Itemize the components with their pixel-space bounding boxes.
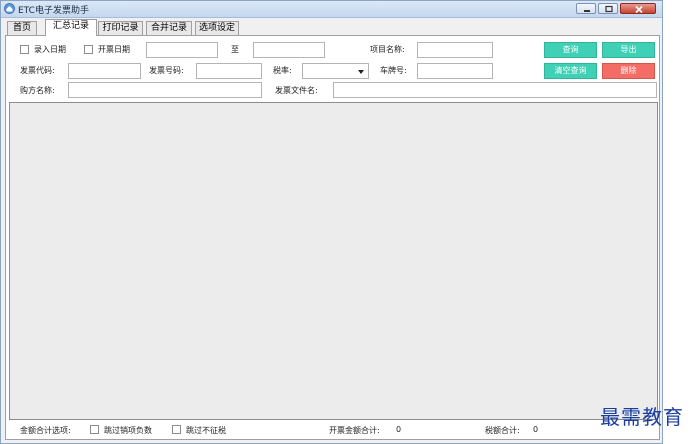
clear-query-button[interactable]: 清空查询 [544, 63, 597, 79]
date-to-input[interactable] [253, 42, 325, 58]
records-grid[interactable] [9, 102, 658, 420]
invoice-number-input[interactable] [196, 63, 262, 79]
close-button[interactable] [620, 3, 656, 14]
entry-date-checkbox[interactable] [20, 45, 29, 54]
invoice-total-value: 0 [396, 425, 402, 434]
buyer-name-label: 购方名称: [20, 86, 55, 95]
entry-date-label: 录入日期 [34, 45, 66, 54]
tab-merge-records[interactable]: 合并记录 [146, 21, 192, 35]
invoice-code-label: 发票代码: [20, 66, 55, 75]
tax-total-value: 0 [533, 425, 539, 434]
query-button[interactable]: 查询 [544, 42, 597, 58]
tax-rate-label: 税率: [273, 66, 292, 75]
tab-options[interactable]: 选项设定 [195, 21, 239, 35]
invoice-date-label: 开票日期 [98, 45, 130, 54]
tab-home[interactable]: 首页 [7, 21, 37, 35]
buyer-name-input[interactable] [68, 82, 262, 98]
chevron-down-icon [358, 70, 364, 74]
tab-summary-records[interactable]: 汇总记录 [45, 19, 97, 36]
app-logo-icon [4, 3, 15, 14]
invoice-total-label: 开票金额合计: [329, 426, 380, 435]
tax-total-label: 税额合计: [485, 426, 520, 435]
title-bar: ETC电子发票助手 [1, 1, 662, 18]
watermark-text: 最需教育 [600, 405, 684, 429]
skip-negative-checkbox[interactable] [90, 425, 99, 434]
export-button[interactable]: 导出 [602, 42, 655, 58]
tax-rate-select[interactable] [302, 63, 369, 79]
app-window: ETC电子发票助手 首页 汇总记录 打印记录 合并记录 选项设定 录入日期 开票… [0, 0, 663, 444]
date-to-label: 至 [231, 45, 239, 54]
plate-number-input[interactable] [417, 63, 493, 79]
delete-button[interactable]: 删除 [602, 63, 655, 79]
date-from-input[interactable] [146, 42, 218, 58]
skip-no-tax-checkbox[interactable] [172, 425, 181, 434]
tab-print-records[interactable]: 打印记录 [98, 21, 143, 35]
window-title: ETC电子发票助手 [18, 6, 89, 16]
invoice-date-checkbox[interactable] [84, 45, 93, 54]
skip-no-tax-label: 跳过不征税 [186, 426, 226, 435]
plate-number-label: 车牌号: [380, 66, 407, 75]
minimize-button[interactable] [576, 3, 596, 14]
skip-negative-label: 跳过销项负数 [104, 426, 152, 435]
invoice-filename-input[interactable] [333, 82, 657, 98]
item-name-label: 项目名称: [370, 45, 405, 54]
invoice-number-label: 发票号码: [149, 66, 184, 75]
amount-total-options-label: 金额合计选项: [20, 426, 71, 435]
invoice-code-input[interactable] [68, 63, 141, 79]
invoice-filename-label: 发票文件名: [275, 86, 318, 95]
maximize-button[interactable] [598, 3, 618, 14]
item-name-input[interactable] [417, 42, 493, 58]
